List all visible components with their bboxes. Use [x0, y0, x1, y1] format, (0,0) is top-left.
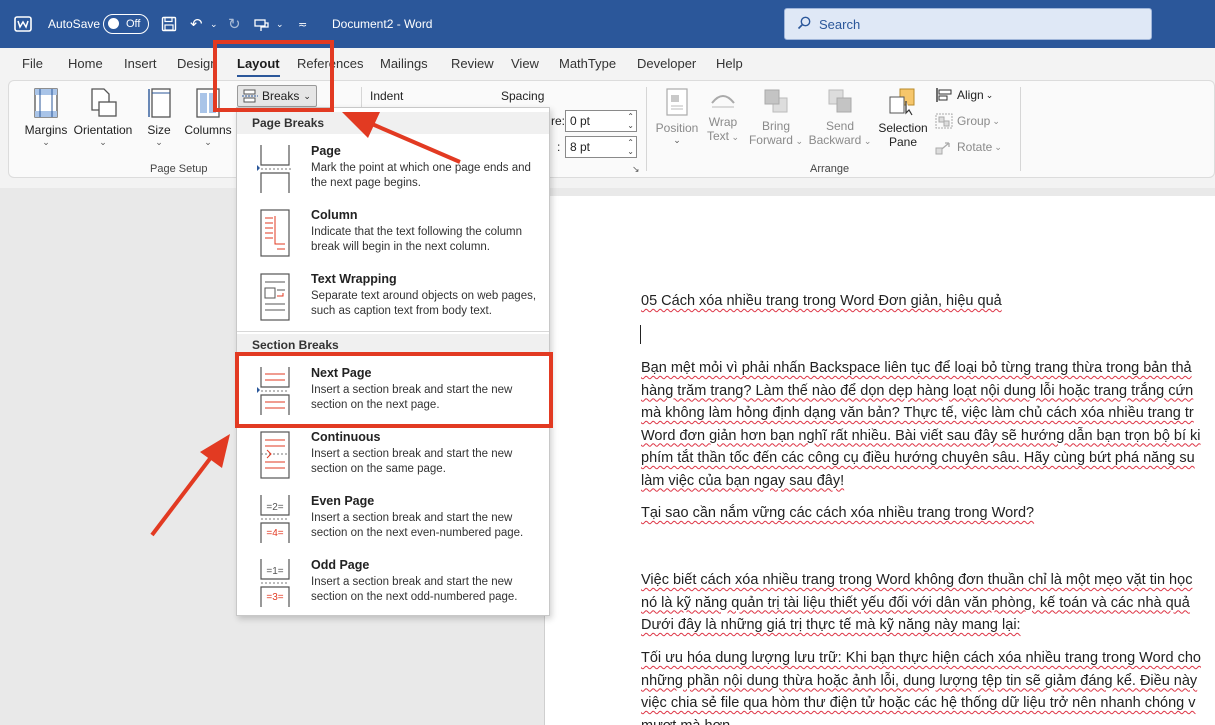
annotation-arrows — [150, 112, 461, 537]
arrow-to-next-page-icon — [150, 434, 230, 537]
arrow-to-breaks-icon — [342, 112, 461, 164]
